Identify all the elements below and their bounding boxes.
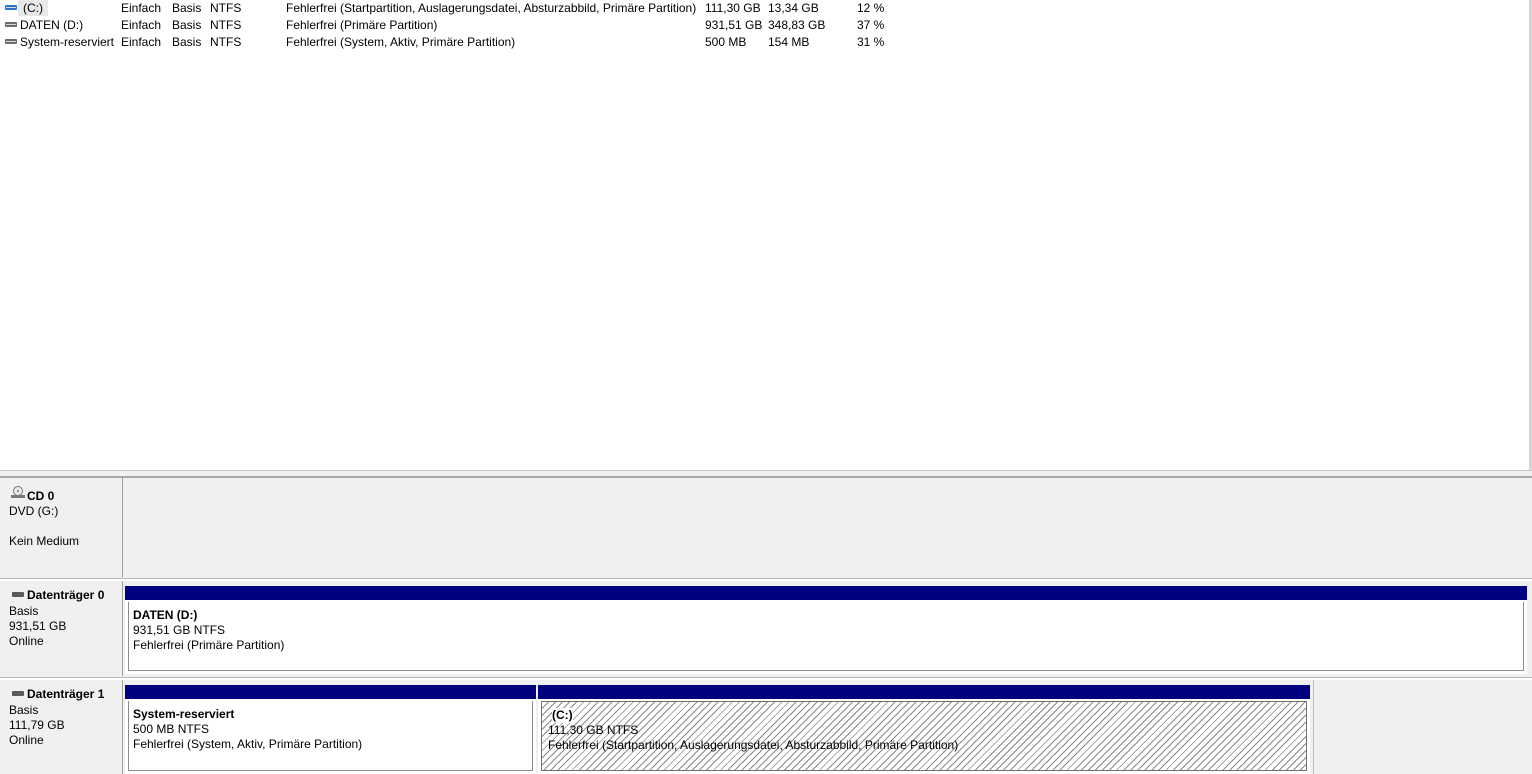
disk-status: Kein Medium — [9, 534, 80, 548]
partition-system-reserviert[interactable]: System-reserviert 500 MB NTFS Fehlerfrei… — [125, 685, 536, 774]
drive-icon — [5, 39, 17, 44]
volume-capacity: 500 MB — [705, 35, 747, 49]
partition-c-selected[interactable]: (C:) 111,30 GB NTFS Fehlerfrei (Startpar… — [538, 685, 1310, 774]
partition-name: (C:) — [552, 708, 573, 723]
system-drive-icon — [5, 5, 17, 10]
partition-bar — [538, 685, 1310, 699]
volume-name: (C:) — [23, 1, 43, 15]
partition-status: Fehlerfrei (Startpartition, Auslagerungs… — [548, 738, 959, 752]
volume-percent-free: 31 % — [857, 35, 885, 49]
disk-info-disk0[interactable]: Datenträger 0 Basis 931,51 GB Online — [0, 581, 123, 676]
partition-size: 500 MB NTFS — [133, 722, 210, 736]
disk-type: Basis — [9, 604, 39, 618]
volume-layout: Einfach — [121, 35, 162, 49]
volume-filesystem: NTFS — [210, 1, 242, 15]
volume-type: Basis — [172, 35, 202, 49]
disk-size: 931,51 GB — [9, 619, 67, 633]
volume-layout: Einfach — [121, 1, 162, 15]
disk-map: CD 0 DVD (G:) Kein Medium Datenträger 0 … — [0, 478, 1532, 774]
disk-empty-area — [1313, 680, 1532, 774]
disk-type: Basis — [9, 703, 39, 717]
partition-body: System-reserviert 500 MB NTFS Fehlerfrei… — [128, 701, 533, 771]
partition-status: Fehlerfrei (System, Aktiv, Primäre Parti… — [133, 737, 363, 751]
partition-size: 111,30 GB NTFS — [548, 723, 639, 737]
hard-disk-icon — [12, 592, 24, 597]
partition-name: DATEN (D:) — [133, 608, 198, 622]
volume-filesystem: NTFS — [210, 18, 242, 32]
disk-row-disk1[interactable]: Datenträger 1 Basis 111,79 GB Online Sys… — [0, 680, 1532, 774]
volume-status: Fehlerfrei (Primäre Partition) — [286, 18, 438, 32]
volume-layout: Einfach — [121, 18, 162, 32]
cd-media-area — [124, 478, 1532, 576]
volume-row[interactable]: (C:) Einfach Basis NTFS Fehlerfrei (Star… — [0, 0, 900, 17]
partition-size: 931,51 GB NTFS — [133, 623, 226, 637]
disk-type: DVD (G:) — [9, 504, 59, 518]
partition-daten-d[interactable]: DATEN (D:) 931,51 GB NTFS Fehlerfrei (Pr… — [125, 586, 1527, 674]
partition-status: Fehlerfrei (Primäre Partition) — [133, 638, 285, 652]
volume-name: System-reserviert — [20, 35, 115, 49]
volume-percent-free: 12 % — [857, 1, 885, 15]
disk-info-disk1[interactable]: Datenträger 1 Basis 111,79 GB Online — [0, 680, 123, 774]
volume-free-space: 154 MB — [768, 35, 810, 49]
volume-row[interactable]: DATEN (D:) Einfach Basis NTFS Fehlerfrei… — [0, 17, 900, 34]
volume-status: Fehlerfrei (Startpartition, Auslagerungs… — [286, 1, 697, 15]
disk-info-cd0[interactable]: CD 0 DVD (G:) Kein Medium — [0, 478, 123, 577]
volume-row[interactable]: System-reserviert Einfach Basis NTFS Feh… — [0, 34, 900, 51]
partition-name: System-reserviert — [133, 707, 235, 721]
disk-status: Online — [9, 634, 44, 648]
volume-free-space: 348,83 GB — [768, 18, 826, 32]
partition-body: DATEN (D:) 931,51 GB NTFS Fehlerfrei (Pr… — [128, 602, 1524, 671]
volume-list[interactable]: (C:) Einfach Basis NTFS Fehlerfrei (Star… — [0, 0, 1529, 470]
partition-body-selected: (C:) 111,30 GB NTFS Fehlerfrei (Startpar… — [541, 701, 1307, 771]
volume-free-space: 13,34 GB — [768, 1, 819, 15]
disk-status: Online — [9, 733, 44, 747]
disk-row-disk0[interactable]: Datenträger 0 Basis 931,51 GB Online DAT… — [0, 581, 1532, 676]
volume-percent-free: 37 % — [857, 18, 885, 32]
pane-splitter[interactable] — [0, 470, 1532, 478]
disk-title: Datenträger 0 — [27, 588, 105, 602]
hard-disk-icon — [12, 691, 24, 696]
cd-drive-base-icon — [11, 495, 25, 498]
partition-bar — [125, 685, 536, 699]
disk-row-cd0[interactable]: CD 0 DVD (G:) Kein Medium — [0, 478, 1532, 577]
volume-capacity: 111,30 GB — [705, 1, 761, 15]
volume-capacity: 931,51 GB — [705, 18, 763, 32]
disk-title: Datenträger 1 — [27, 687, 105, 701]
disk-title: CD 0 — [27, 489, 55, 503]
drive-icon — [5, 22, 17, 27]
partition-bar — [125, 586, 1527, 600]
volume-status: Fehlerfrei (System, Aktiv, Primäre Parti… — [286, 35, 516, 49]
volume-filesystem: NTFS — [210, 35, 242, 49]
volume-type: Basis — [172, 18, 202, 32]
volume-name: DATEN (D:) — [20, 18, 84, 32]
disk-size: 111,79 GB — [9, 718, 65, 732]
volume-type: Basis — [172, 1, 202, 15]
